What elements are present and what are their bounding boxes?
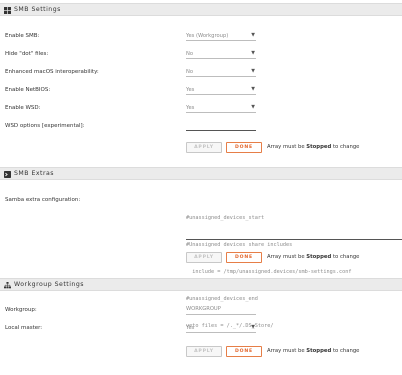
smb-extras-header: SMB Extras <box>0 167 402 180</box>
chevron-down-icon: ▼ <box>251 87 255 92</box>
config-line: #Unassigned devices share includes <box>186 242 293 248</box>
config-line: include = /tmp/unassigned.devices/smb-se… <box>186 269 352 275</box>
hide-dot-files-label: Hide "dot" files: <box>5 51 49 57</box>
chevron-down-icon: ▼ <box>251 105 255 110</box>
wsd-options-input[interactable] <box>186 122 256 131</box>
local-master-value: Yes <box>186 325 195 331</box>
extras-apply-button[interactable]: APPLY <box>186 252 222 263</box>
enable-netbios-label: Enable NetBIOS: <box>5 87 51 93</box>
hide-dot-files-select[interactable]: No ▼ <box>186 50 256 59</box>
config-line: #unassigned_devices_end <box>186 296 258 302</box>
smb-note-prefix: Array must be <box>267 144 307 150</box>
enable-wsd-select[interactable]: Yes ▼ <box>186 104 256 113</box>
local-master-select[interactable]: Yes ▼ <box>186 324 256 333</box>
smb-note-bold: Stopped <box>306 144 332 150</box>
extras-note-bold: Stopped <box>306 254 332 260</box>
wsd-options-label: WSD options [experimental]: <box>5 123 85 129</box>
enable-wsd-label: Enable WSD: <box>5 105 41 111</box>
workgroup-note-prefix: Array must be <box>267 348 307 354</box>
extras-done-button[interactable]: DONE <box>226 252 262 263</box>
extras-array-note: Array must be Stopped to change <box>267 254 359 260</box>
smb-note-suffix: to change <box>331 144 360 150</box>
config-underline <box>186 239 402 240</box>
enable-netbios-value: Yes <box>186 87 195 93</box>
workgroup-label: Workgroup: <box>5 307 37 313</box>
samba-extra-config-textarea[interactable]: #unassigned_devices_start #Unassigned de… <box>186 196 352 340</box>
smb-done-button[interactable]: DONE <box>226 142 262 153</box>
local-master-label: Local master: <box>5 325 43 331</box>
workgroup-array-note: Array must be Stopped to change <box>267 348 359 354</box>
extras-note-suffix: to change <box>331 254 360 260</box>
hide-dot-files-value: No <box>186 51 194 57</box>
extras-note-prefix: Array must be <box>267 254 307 260</box>
config-line: #unassigned_devices_start <box>186 215 265 221</box>
smb-array-note: Array must be Stopped to change <box>267 144 359 150</box>
smb-apply-button[interactable]: APPLY <box>186 142 222 153</box>
sitemap-icon <box>4 282 11 289</box>
terminal-icon <box>4 171 11 178</box>
enable-wsd-value: Yes <box>186 105 195 111</box>
smb-settings-header: SMB Settings <box>0 3 402 16</box>
enable-smb-value: Yes (Workgroup) <box>186 33 229 39</box>
workgroup-done-button[interactable]: DONE <box>226 346 262 357</box>
macos-interop-label: Enhanced macOS interoperability: <box>5 69 99 75</box>
workgroup-note-bold: Stopped <box>306 348 332 354</box>
macos-interop-select[interactable]: No ▼ <box>186 68 256 77</box>
samba-extra-config-label: Samba extra configuration: <box>5 197 81 203</box>
enable-netbios-select[interactable]: Yes ▼ <box>186 86 256 95</box>
enable-smb-label: Enable SMB: <box>5 33 40 39</box>
workgroup-note-suffix: to change <box>331 348 360 354</box>
chevron-down-icon: ▼ <box>251 51 255 56</box>
chevron-down-icon: ▼ <box>251 69 255 74</box>
smb-extras-title: SMB Extras <box>14 170 55 177</box>
macos-interop-value: No <box>186 69 194 75</box>
windows-icon <box>4 7 11 14</box>
chevron-down-icon: ▼ <box>251 33 255 38</box>
workgroup-apply-button[interactable]: APPLY <box>186 346 222 357</box>
workgroup-settings-title: Workgroup Settings <box>14 281 84 288</box>
enable-smb-select[interactable]: Yes (Workgroup) ▼ <box>186 32 256 41</box>
workgroup-input[interactable]: WORKGROUP <box>186 306 256 315</box>
workgroup-settings-header: Workgroup Settings <box>0 278 402 291</box>
smb-settings-title: SMB Settings <box>14 6 61 13</box>
chevron-down-icon: ▼ <box>251 325 255 330</box>
